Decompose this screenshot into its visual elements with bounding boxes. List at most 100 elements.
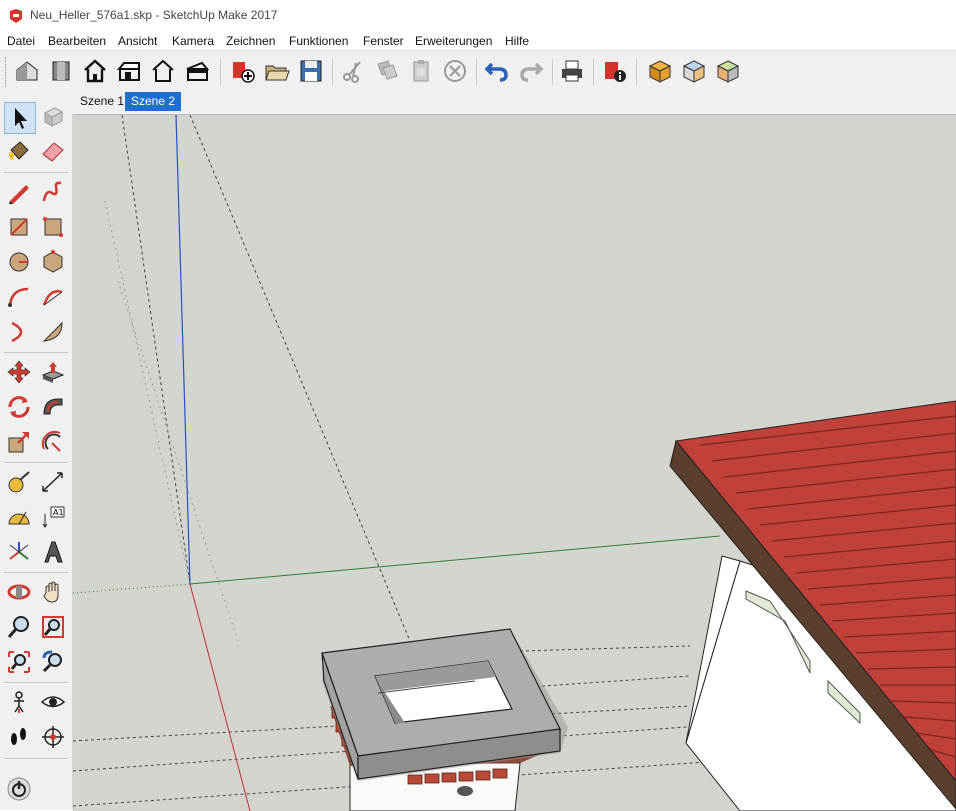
scale-tool-button[interactable] xyxy=(4,427,34,457)
menu-zeichnen[interactable]: Zeichnen xyxy=(226,34,275,48)
redo-button[interactable] xyxy=(517,57,545,85)
protractor-button[interactable] xyxy=(4,502,34,532)
model-info-button[interactable] xyxy=(601,57,629,85)
follow-me-button[interactable] xyxy=(38,392,68,422)
scene-canvas[interactable] xyxy=(73,115,956,811)
arrow-cursor-icon xyxy=(15,108,27,129)
menu-fenster[interactable]: Fenster xyxy=(363,34,404,48)
x-ray-button[interactable] xyxy=(680,57,708,85)
right-view-button[interactable] xyxy=(115,57,143,85)
eye-icon xyxy=(40,696,66,708)
circle-tool-button[interactable] xyxy=(4,247,34,277)
back-view-button[interactable] xyxy=(149,57,177,85)
svg-text:A1: A1 xyxy=(53,508,64,517)
offset-tool-button[interactable] xyxy=(38,427,68,457)
component-tool-button[interactable] xyxy=(38,102,68,132)
rectangle-tool-button[interactable] xyxy=(4,212,34,242)
text-tool-button[interactable]: A1 xyxy=(38,502,68,532)
palette-separator xyxy=(4,172,68,173)
styles-button[interactable] xyxy=(714,57,742,85)
house-top-icon xyxy=(52,61,70,81)
move-tool-button[interactable] xyxy=(4,357,34,387)
three-point-arc-button[interactable] xyxy=(4,317,34,347)
rotated-rectangle-icon xyxy=(43,217,63,237)
scissors-icon xyxy=(343,61,361,83)
line-tool-button[interactable] xyxy=(4,177,34,207)
3d-text-icon xyxy=(44,541,63,563)
extension-warehouse-button[interactable] xyxy=(4,774,34,804)
arc-tool-button[interactable] xyxy=(4,282,34,312)
make-component-button[interactable] xyxy=(646,57,674,85)
cube-orange-icon xyxy=(648,60,672,83)
menu-erweiterungen[interactable]: Erweiterungen xyxy=(415,34,492,48)
toolbar-grip[interactable] xyxy=(5,57,9,87)
menu-hilfe[interactable]: Hilfe xyxy=(505,34,529,48)
open-file-button[interactable] xyxy=(263,57,291,85)
scale-icon xyxy=(8,432,29,453)
look-around-button[interactable] xyxy=(38,687,68,717)
pie-tool-button[interactable] xyxy=(38,317,68,347)
dimension-tool-button[interactable] xyxy=(38,467,68,497)
previous-view-button[interactable] xyxy=(38,647,68,677)
walk-tool-button[interactable] xyxy=(4,722,34,752)
house-model[interactable] xyxy=(669,400,956,811)
rotate-tool-button[interactable] xyxy=(4,392,34,422)
axes-tool-button[interactable] xyxy=(4,537,34,567)
follow-me-icon xyxy=(43,398,63,415)
zoom-window-button[interactable] xyxy=(38,612,68,642)
zoom-extents-button[interactable] xyxy=(4,647,34,677)
paint-bucket-button[interactable] xyxy=(4,136,34,166)
zoom-tool-button[interactable] xyxy=(4,612,34,642)
palette-separator xyxy=(4,758,68,759)
menu-bearbeiten[interactable]: Bearbeiten xyxy=(48,34,106,48)
select-tool-button[interactable] xyxy=(4,102,36,134)
menu-datei[interactable]: Datei xyxy=(7,34,35,48)
menu-funktionen[interactable]: Funktionen xyxy=(289,34,348,48)
position-camera-button[interactable] xyxy=(4,687,34,717)
tab-scene-2[interactable]: Szene 2 xyxy=(125,92,182,111)
menu-ansicht[interactable]: Ansicht xyxy=(118,34,157,48)
two-point-arc-icon xyxy=(42,290,63,306)
save-button[interactable] xyxy=(297,57,325,85)
tape-measure-button[interactable] xyxy=(4,467,34,497)
freehand-tool-button[interactable] xyxy=(38,177,68,207)
tab-scene-1[interactable]: Szene 1 xyxy=(74,92,130,111)
menu-kamera[interactable]: Kamera xyxy=(172,34,214,48)
circle-icon xyxy=(9,252,29,272)
pan-tool-button[interactable] xyxy=(38,577,68,607)
dimension-icon xyxy=(42,472,63,492)
section-plane-button[interactable] xyxy=(38,722,68,752)
toolbar-separator xyxy=(476,59,477,85)
toolbar-separator xyxy=(593,59,594,85)
rectangle-icon xyxy=(10,218,28,236)
two-point-arc-button[interactable] xyxy=(38,282,68,312)
cut-button[interactable] xyxy=(339,57,367,85)
undo-button[interactable] xyxy=(483,57,511,85)
previous-view-icon xyxy=(42,650,62,673)
copy-button[interactable] xyxy=(373,57,401,85)
offset-icon xyxy=(41,430,61,452)
orbit-tool-button[interactable] xyxy=(4,577,34,607)
paste-button[interactable] xyxy=(407,57,435,85)
delete-circle-icon xyxy=(444,60,466,82)
printer-icon xyxy=(562,60,582,82)
top-view-button[interactable] xyxy=(47,57,75,85)
tool-palette: A1 xyxy=(0,92,73,810)
window-title: Neu_Heller_576a1.skp - SketchUp Make 201… xyxy=(30,8,278,22)
erase-button[interactable] xyxy=(441,57,469,85)
polygon-tool-button[interactable] xyxy=(38,247,68,277)
front-view-button[interactable] xyxy=(81,57,109,85)
3d-text-button[interactable] xyxy=(38,537,68,567)
cube-green-icon xyxy=(716,60,740,83)
rotated-rectangle-button[interactable] xyxy=(38,212,68,242)
toolbar-separator xyxy=(332,59,333,85)
iso-view-button[interactable] xyxy=(13,57,41,85)
eraser-tool-button[interactable] xyxy=(38,136,68,166)
model-viewport[interactable] xyxy=(73,114,956,811)
new-file-button[interactable] xyxy=(229,57,257,85)
push-pull-button[interactable] xyxy=(38,357,68,387)
print-button[interactable] xyxy=(558,57,586,85)
protractor-icon xyxy=(8,511,30,525)
camera-figure-icon xyxy=(14,691,24,713)
left-view-button[interactable] xyxy=(183,57,211,85)
